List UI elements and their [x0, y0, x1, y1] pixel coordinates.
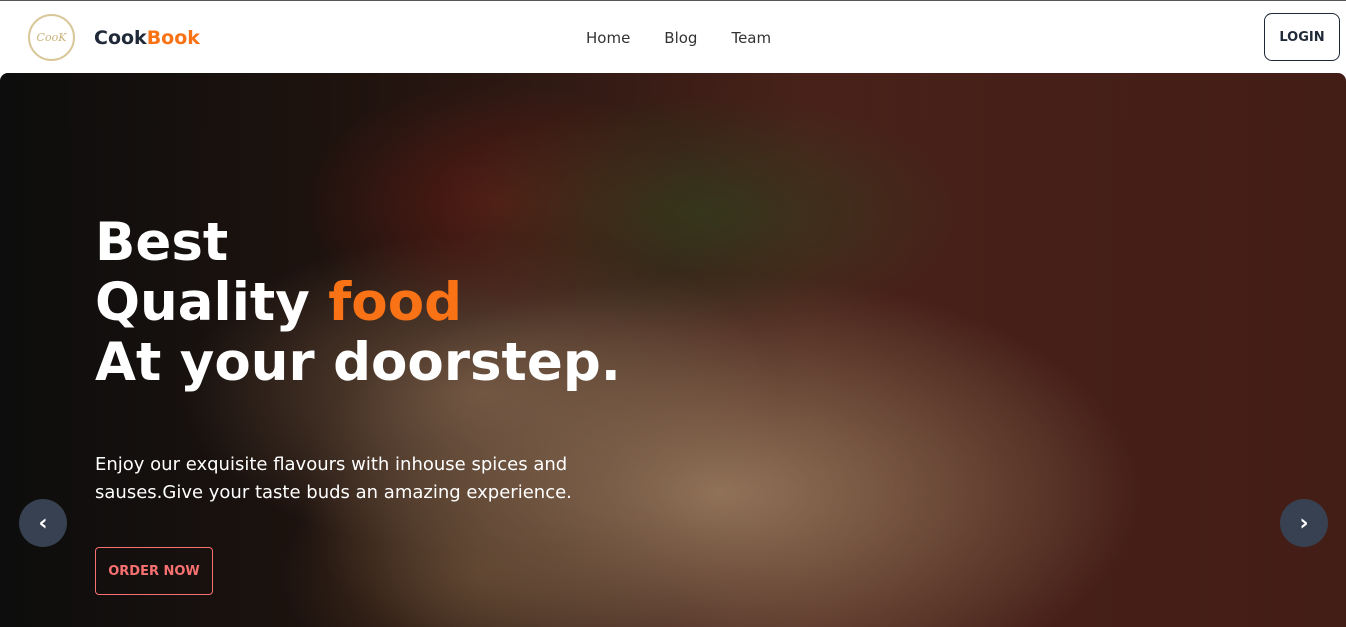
title-line-1: Best: [95, 212, 229, 273]
nav-links: Home Blog Team: [586, 29, 805, 47]
brand-name[interactable]: CookBook: [94, 27, 200, 49]
title-line-2: Quality: [95, 272, 329, 333]
navbar: CooK CookBook Home Blog Team LOGIN: [0, 1, 1346, 73]
nav-blog[interactable]: Blog: [664, 29, 697, 47]
brand-name-a: Cook: [94, 27, 147, 49]
title-line-3: At your doorstep.: [95, 332, 621, 393]
hero-carousel: Best Quality food At your doorstep. Enjoy …: [0, 73, 1346, 627]
hero-title: Best Quality food At your doorstep.: [95, 213, 621, 393]
logo[interactable]: CooK: [28, 14, 75, 61]
chevron-right-icon: ›: [1299, 510, 1309, 536]
nav-home[interactable]: Home: [586, 29, 630, 47]
nav-team[interactable]: Team: [731, 29, 771, 47]
hero-description: Enjoy our exquisite flavours with inhous…: [95, 454, 572, 503]
order-now-button[interactable]: ORDER NOW: [95, 547, 213, 595]
brand-name-b: Book: [146, 27, 200, 49]
login-button[interactable]: LOGIN: [1264, 13, 1340, 61]
chevron-left-icon: ‹: [38, 510, 48, 536]
carousel-prev-button[interactable]: ‹: [19, 499, 67, 547]
title-highlight: food: [328, 272, 463, 333]
carousel-next-button[interactable]: ›: [1280, 499, 1328, 547]
